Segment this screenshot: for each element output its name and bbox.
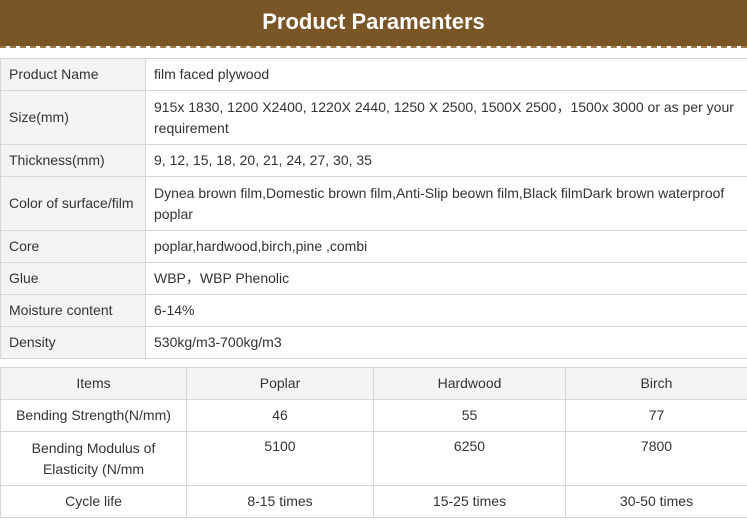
page-title: Product Paramenters: [262, 9, 485, 34]
table-cell: 7800: [565, 431, 747, 486]
table-row: Size(mm) 915x 1830, 1200 X2400, 1220X 24…: [0, 90, 747, 145]
spec-label: Thickness(mm): [0, 144, 146, 177]
table-cell: 6250: [373, 431, 566, 486]
table-cell: 15-25 times: [373, 485, 566, 518]
spec-table: Product Name film faced plywood Size(mm)…: [0, 58, 747, 359]
spec-label: Core: [0, 230, 146, 263]
table-header-row: Items Poplar Hardwood Birch: [0, 367, 747, 400]
table-row: Core poplar,hardwood,birch,pine ,combi: [0, 230, 747, 263]
table-cell: Bending Modulus of Elasticity (N/mm: [0, 431, 187, 486]
table-cell: Cycle life: [0, 485, 187, 518]
table-cell: 8-15 times: [186, 485, 374, 518]
column-header: Poplar: [186, 367, 374, 400]
spec-value: Dynea brown film,Domestic brown film,Ant…: [145, 176, 747, 231]
table-row: Cycle life 8-15 times 15-25 times 30-50 …: [0, 485, 747, 518]
table-row: Bending Strength(N/mm) 46 55 77: [0, 399, 747, 432]
column-header: Hardwood: [373, 367, 566, 400]
table-row: Color of surface/film Dynea brown film,D…: [0, 176, 747, 231]
spec-value: 915x 1830, 1200 X2400, 1220X 2440, 1250 …: [145, 90, 747, 145]
table-cell: 55: [373, 399, 566, 432]
spec-value: 9, 12, 15, 18, 20, 21, 24, 27, 30, 35: [145, 144, 747, 177]
comparison-table: Items Poplar Hardwood Birch Bending Stre…: [0, 367, 747, 518]
spec-label: Size(mm): [0, 90, 146, 145]
table-cell: Bending Strength(N/mm): [0, 399, 187, 432]
table-cell: 46: [186, 399, 374, 432]
spec-value: 6-14%: [145, 294, 747, 327]
table-row: Product Name film faced plywood: [0, 58, 747, 91]
table-row: Thickness(mm) 9, 12, 15, 18, 20, 21, 24,…: [0, 144, 747, 177]
column-header: Birch: [565, 367, 747, 400]
column-header: Items: [0, 367, 187, 400]
table-cell: 77: [565, 399, 747, 432]
spec-value: film faced plywood: [145, 58, 747, 91]
spec-label: Glue: [0, 262, 146, 295]
table-row: Density 530kg/m3-700kg/m3: [0, 326, 747, 359]
table-row: Moisture content 6-14%: [0, 294, 747, 327]
table-cell: 5100: [186, 431, 374, 486]
header-banner: Product Paramenters: [0, 0, 747, 48]
spec-label: Density: [0, 326, 146, 359]
spec-label: Moisture content: [0, 294, 146, 327]
spec-label: Product Name: [0, 58, 146, 91]
banner-dashed-divider: [0, 46, 747, 48]
spec-value: WBP，WBP Phenolic: [145, 262, 747, 295]
table-row: Glue WBP，WBP Phenolic: [0, 262, 747, 295]
spec-value: 530kg/m3-700kg/m3: [145, 326, 747, 359]
table-cell: 30-50 times: [565, 485, 747, 518]
spec-value: poplar,hardwood,birch,pine ,combi: [145, 230, 747, 263]
spec-label: Color of surface/film: [0, 176, 146, 231]
table-row: Bending Modulus of Elasticity (N/mm 5100…: [0, 431, 747, 486]
